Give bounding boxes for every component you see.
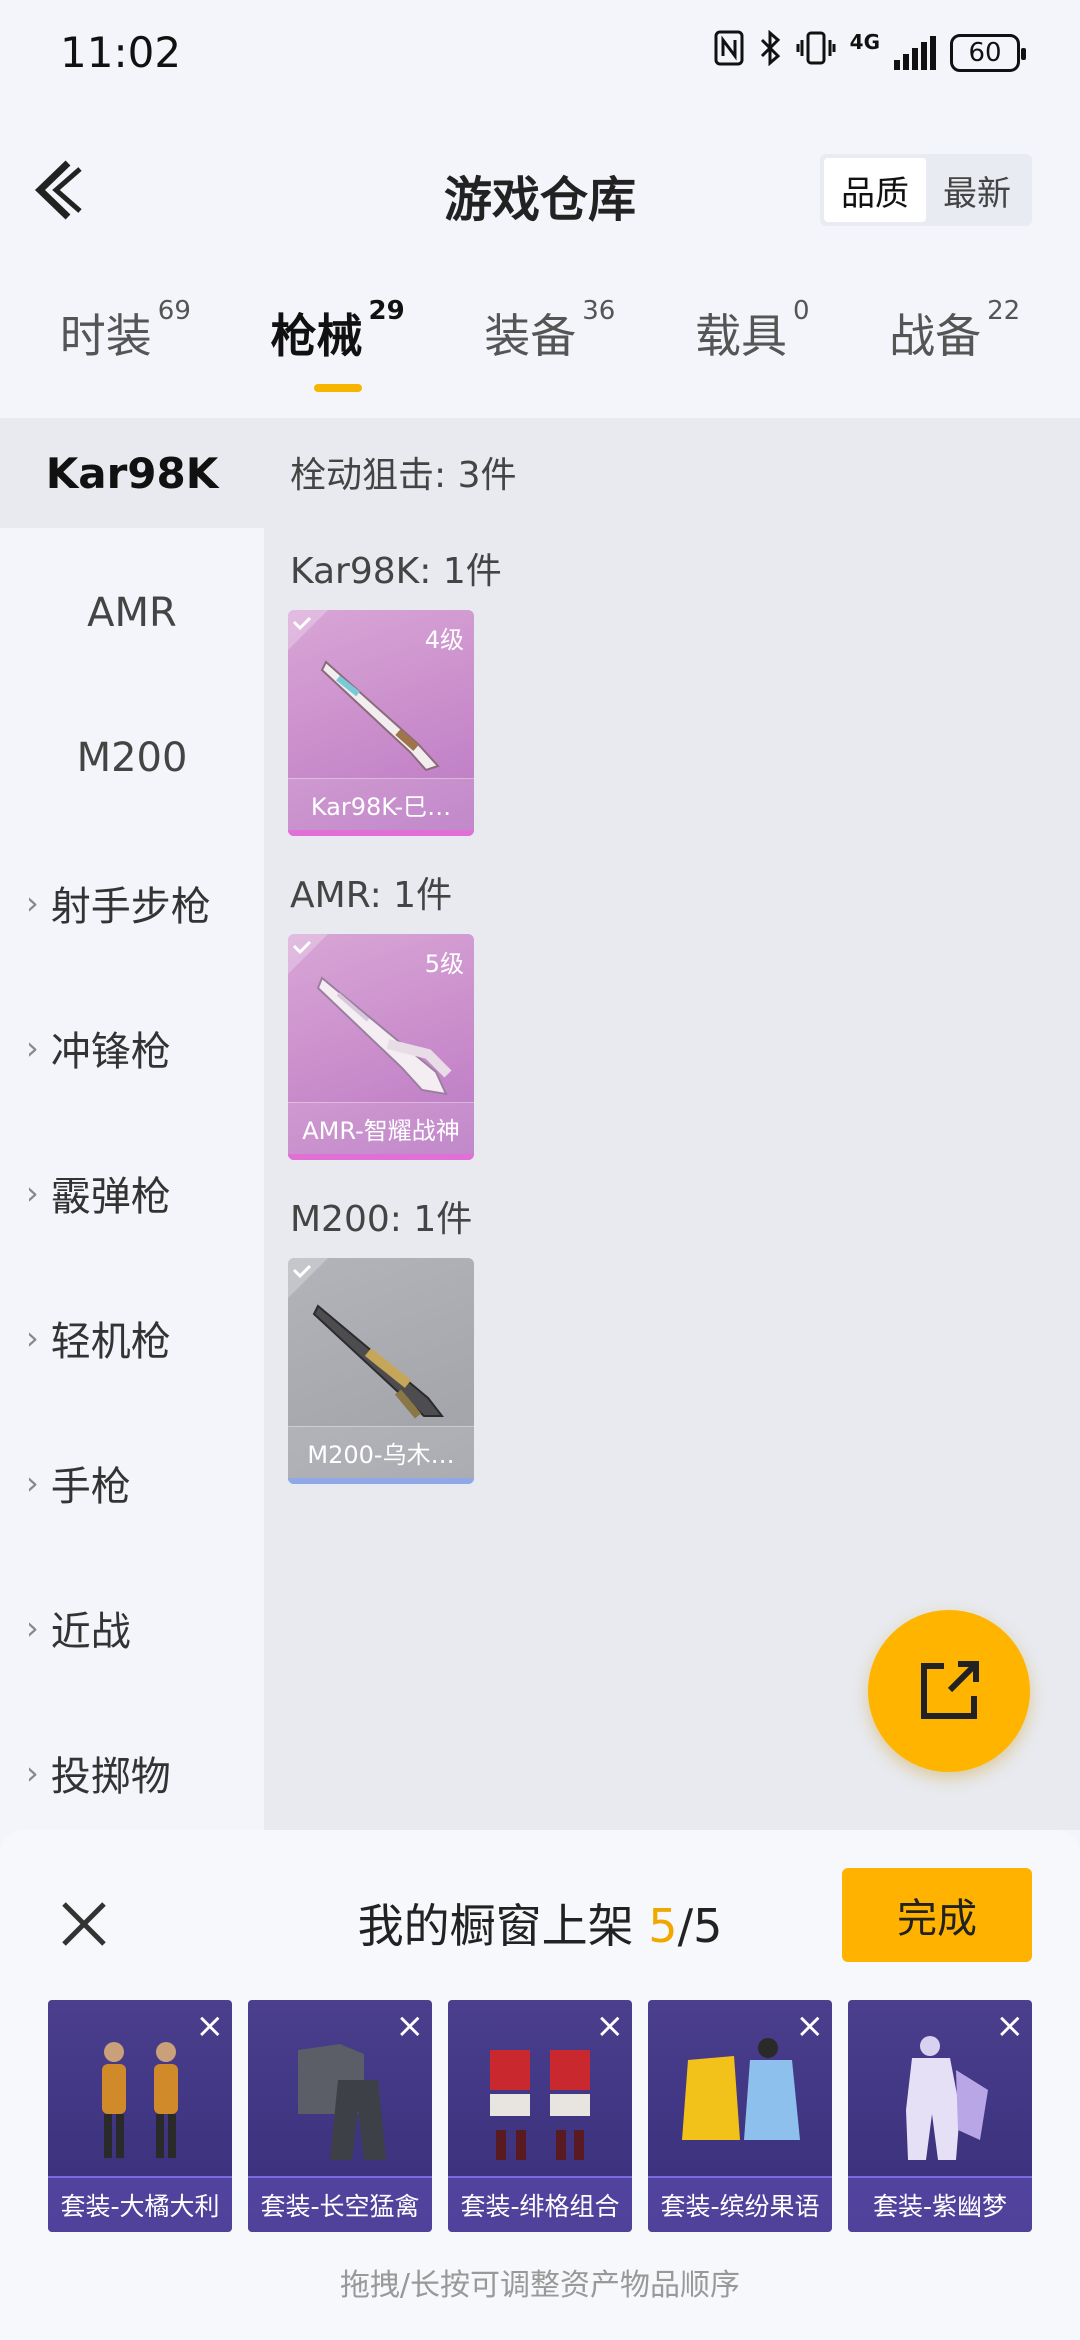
outfit-icon — [298, 2044, 386, 2160]
battery-level: 60 — [968, 37, 1002, 68]
showcase-items: × 套装-大橘大利 × 套装-长空猛禽 × 套装-绯格组合 × 套装-缤纷果语 … — [48, 2000, 1032, 2232]
item-name: Kar98K-巳… — [288, 778, 474, 830]
sort-toggle: 品质 最新 — [820, 154, 1032, 226]
chevron-right-icon: › — [26, 1029, 39, 1067]
content-area: Kar98K AMR M200 › 射手步枪 › 冲锋枪 › 霰弹枪 › 轻机枪 › 手枪… — [0, 418, 1080, 1830]
sidebar-item-amr[interactable]: AMR — [0, 558, 264, 668]
outfit-label: 套装-长空猛禽 — [248, 2176, 432, 2232]
sidebar-item-label: 霰弹枪 — [50, 1174, 171, 1220]
tab-count: 29 — [368, 296, 405, 326]
rifle-icon — [320, 660, 440, 772]
battery-icon: 60 — [950, 33, 1026, 72]
item-name: M200-乌木… — [288, 1426, 474, 1478]
tab-label: 装备 — [484, 309, 577, 363]
tab-label: 时装 — [59, 309, 152, 363]
outfit-label: 套装-大橘大利 — [48, 2176, 232, 2232]
tab-count: 0 — [792, 296, 810, 326]
sidebar-item-shotgun[interactable]: › 霰弹枪 — [0, 1138, 264, 1248]
sort-quality-button[interactable]: 品质 — [824, 158, 926, 222]
bluetooth-icon — [758, 29, 782, 75]
outfit-icon — [102, 2042, 178, 2158]
chevron-right-icon: › — [26, 1609, 39, 1647]
status-bar: 11:02 4G 60 — [0, 0, 1080, 110]
nfc-icon — [714, 30, 744, 75]
share-fab-button[interactable] — [868, 1610, 1030, 1772]
status-icons: 4G 60 — [714, 29, 1026, 75]
section-header: AMR: 1件 — [290, 875, 453, 916]
network-type: 4G — [849, 30, 880, 54]
sidebar-item-throwables[interactable]: › 投掷物 — [0, 1718, 264, 1828]
weapon-card-m200[interactable]: M200-乌木… — [288, 1258, 474, 1484]
outfit-label: 套装-紫幽梦 — [848, 2176, 1032, 2232]
quality-bar — [288, 1478, 474, 1484]
sidebar-item-pistol[interactable]: › 手枪 — [0, 1428, 264, 1538]
sidebar-item-label: 投掷物 — [50, 1754, 171, 1800]
sidebar-item-label: 手枪 — [50, 1464, 131, 1510]
showcase-item[interactable]: × 套装-缤纷果语 — [648, 2000, 832, 2232]
tab-firearms[interactable]: 枪械 29 — [270, 296, 405, 410]
chevron-right-icon: › — [26, 1754, 39, 1792]
showcase-item[interactable]: × 套装-绯格组合 — [448, 2000, 632, 2232]
sort-newest-button[interactable]: 最新 — [926, 158, 1028, 222]
sidebar-item-marksman-rifles[interactable]: › 射手步枪 — [0, 848, 264, 958]
done-button[interactable]: 完成 — [842, 1868, 1032, 1962]
outfit-label: 套装-缤纷果语 — [648, 2176, 832, 2232]
sidebar-item-label: 轻机枪 — [50, 1319, 171, 1365]
sidebar-item-kar98k[interactable]: Kar98K — [0, 418, 264, 528]
showcase-item[interactable]: × 套装-大橘大利 — [48, 2000, 232, 2232]
showcase-separator: / — [677, 1899, 694, 1953]
rifle-icon — [316, 976, 452, 1096]
tab-fashion[interactable]: 时装 69 — [59, 296, 191, 410]
tab-count: 22 — [987, 296, 1021, 326]
chevron-right-icon: › — [26, 1174, 39, 1212]
reorder-hint: 拖拽/长按可调整资产物品顺序 — [339, 2268, 741, 2303]
outfit-icon — [490, 2050, 590, 2160]
quality-bar — [288, 1154, 474, 1160]
tab-count: 69 — [157, 296, 191, 326]
chevron-right-icon: › — [26, 884, 39, 922]
chevron-right-icon: › — [26, 1319, 39, 1357]
outfit-label: 套装-绯格组合 — [448, 2176, 632, 2232]
tab-label: 枪械 — [270, 309, 363, 363]
category-summary: 栓动狙击: 3件 — [290, 455, 517, 496]
showcase-item[interactable]: × 套装-长空猛禽 — [248, 2000, 432, 2232]
tab-equipment[interactable]: 装备 36 — [484, 296, 615, 410]
sidebar-item-label: 近战 — [50, 1609, 131, 1655]
section-header: M200: 1件 — [290, 1199, 473, 1240]
rifle-icon — [312, 1304, 445, 1419]
sidebar-item-label: 射手步枪 — [50, 884, 211, 930]
active-tab-indicator — [313, 384, 362, 392]
showcase-title-text: 我的橱窗上架 — [357, 1899, 634, 1953]
tab-label: 战备 — [889, 309, 982, 363]
sidebar-item-label: 冲锋枪 — [50, 1029, 171, 1075]
quality-bar — [288, 830, 474, 836]
sidebar-item-melee[interactable]: › 近战 — [0, 1573, 264, 1683]
category-tabs: 时装 69 枪械 29 装备 36 载具 0 战备 22 — [0, 296, 1080, 410]
outfit-icon — [906, 2036, 988, 2160]
weapon-card-amr[interactable]: 5级 AMR-智耀战神 — [288, 934, 474, 1160]
header: 游戏仓库 品质 最新 — [0, 130, 1080, 250]
signal-icon — [894, 35, 936, 70]
outfit-icon — [682, 2038, 800, 2140]
status-time: 11:02 — [60, 28, 182, 77]
tab-supplies[interactable]: 战备 22 — [889, 296, 1020, 410]
sidebar-item-m200[interactable]: M200 — [0, 703, 264, 813]
sidebar-item-smg[interactable]: › 冲锋枪 — [0, 993, 264, 1103]
vibrate-icon — [796, 30, 836, 75]
sidebar-item-lmg[interactable]: › 轻机枪 — [0, 1283, 264, 1393]
weapon-sidebar: Kar98K AMR M200 › 射手步枪 › 冲锋枪 › 霰弹枪 › 轻机枪 › 手枪… — [0, 418, 264, 1830]
showcase-item[interactable]: × 套装-紫幽梦 — [848, 2000, 1032, 2232]
share-external-icon — [921, 1661, 979, 1719]
tab-label: 载具 — [694, 309, 787, 363]
chevron-right-icon: › — [26, 1464, 39, 1502]
weapon-card-kar98k[interactable]: 4级 Kar98K-巳… — [288, 610, 474, 836]
tab-count: 36 — [582, 296, 616, 326]
showcase-total-count: 5 — [693, 1899, 723, 1953]
showcase-panel: 我的橱窗上架 5/5 完成 × 套装-大橘大利 × 套装-长空猛禽 × 套装-绯… — [0, 1830, 1080, 2340]
section-header: Kar98K: 1件 — [290, 551, 502, 592]
tab-vehicles[interactable]: 载具 0 — [694, 296, 810, 410]
item-name: AMR-智耀战神 — [288, 1102, 474, 1154]
showcase-current-count: 5 — [648, 1899, 678, 1953]
